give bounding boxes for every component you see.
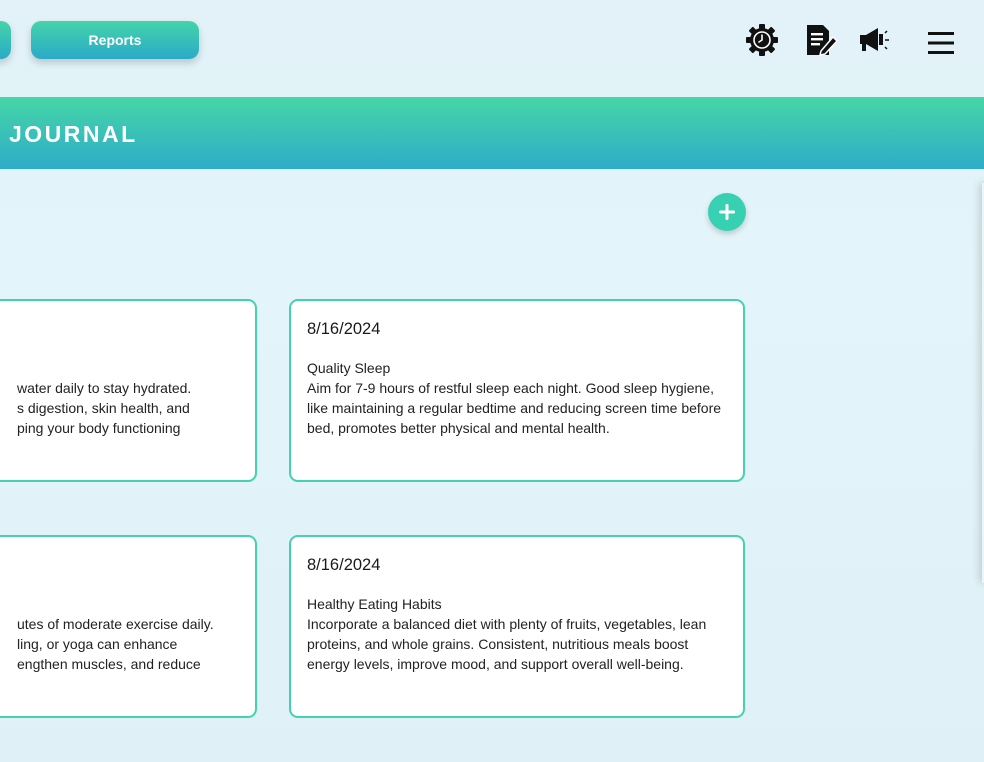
- entry-date: [0, 319, 239, 339]
- entry-body-line: water daily to stay hydrated.: [17, 380, 192, 396]
- reports-button[interactable]: Reports: [31, 21, 199, 59]
- journal-entry-card[interactable]: 8/16/2024 Healthy Eating Habits Incorpor…: [289, 535, 745, 718]
- entry-body: Incorporate a balanced diet with plenty …: [307, 616, 707, 672]
- entry-body-line: utes of moderate exercise daily.: [17, 616, 214, 632]
- nav-button-partial[interactable]: [0, 21, 11, 59]
- entry-title: Healthy Eating Habits: [307, 596, 442, 612]
- journal-entry-card[interactable]: utes of moderate exercise daily. ling, o…: [0, 535, 257, 718]
- entry-title: Quality Sleep: [307, 360, 391, 376]
- journal-entry-card[interactable]: 8/16/2024 Quality Sleep Aim for 7-9 hour…: [289, 299, 745, 482]
- entry-title: [0, 358, 239, 378]
- document-edit-icon[interactable]: [804, 23, 838, 57]
- entry-date: [0, 555, 239, 575]
- entry-body-line: ling, or yoga can enhance: [17, 636, 178, 652]
- entry-body: Aim for 7-9 hours of restful sleep each …: [307, 380, 722, 436]
- gear-clock-icon[interactable]: [744, 22, 780, 58]
- megaphone-icon[interactable]: [858, 25, 892, 55]
- entry-body-line: s digestion, skin health, and: [17, 400, 190, 416]
- entry-date: 8/16/2024: [307, 320, 381, 338]
- entry-body: utes of moderate exercise daily. ling, o…: [0, 614, 239, 674]
- entry-body-line: engthen muscles, and reduce: [17, 656, 201, 672]
- journal-header: JOURNAL: [0, 97, 984, 169]
- top-toolbar: Reports: [0, 0, 984, 97]
- add-entry-button[interactable]: [708, 193, 746, 231]
- journal-entry-card[interactable]: water daily to stay hydrated. s digestio…: [0, 299, 257, 482]
- plus-icon: [719, 204, 735, 220]
- entry-date: 8/16/2024: [307, 556, 381, 574]
- entry-body: water daily to stay hydrated. s digestio…: [0, 378, 239, 438]
- entry-title: [0, 594, 239, 614]
- page-title: JOURNAL: [9, 121, 138, 147]
- hamburger-menu-icon[interactable]: [928, 31, 954, 55]
- entry-body-line: ping your body functioning: [17, 420, 181, 436]
